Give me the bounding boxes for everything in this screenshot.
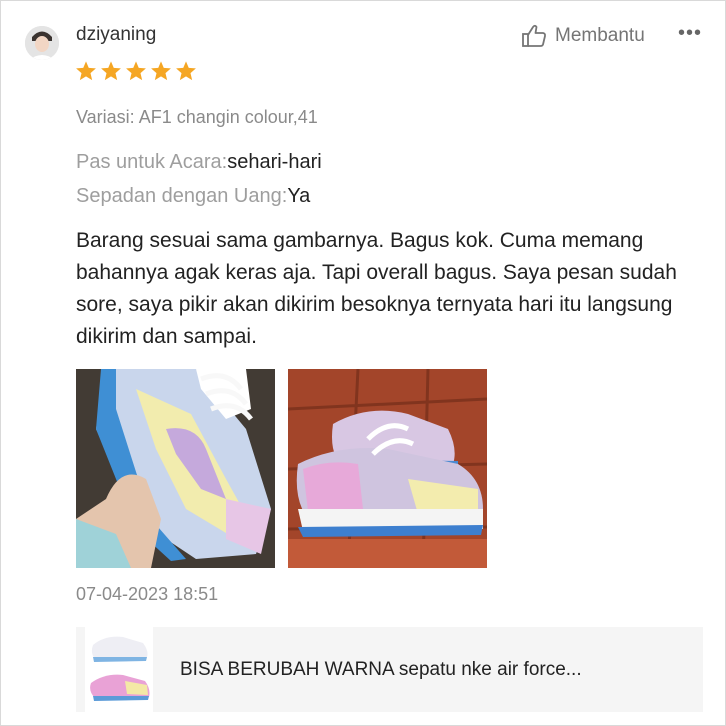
avatar[interactable] <box>25 26 59 60</box>
helpful-button[interactable]: Membantu <box>521 23 645 49</box>
attribute-occasion: Pas untuk Acara:sehari-hari <box>76 151 322 174</box>
product-thumbnail <box>85 627 153 712</box>
review-text: Barang sesuai sama gambarnya. Bagus kok.… <box>76 229 677 348</box>
product-image <box>85 627 153 712</box>
attribute-key: Sepadan dengan Uang: <box>76 185 288 207</box>
star-icon <box>101 61 121 81</box>
thumbs-up-icon <box>522 24 546 47</box>
attribute-value-for-money: Sepadan dengan Uang:Ya <box>76 185 310 208</box>
review-photo-2[interactable] <box>288 369 487 568</box>
attribute-value: Ya <box>287 185 311 207</box>
star-icon <box>176 61 196 81</box>
rating-stars <box>75 60 197 82</box>
avatar-image <box>25 26 59 60</box>
sneaker-photo-hand <box>76 369 275 568</box>
star-icon <box>126 61 146 81</box>
attribute-key: Pas untuk Acara: <box>76 151 228 173</box>
helpful-label: Membantu <box>555 25 645 46</box>
more-options-button[interactable]: ••• <box>678 22 702 45</box>
product-name: BISA BERUBAH WARNA sepatu nke air force.… <box>180 659 582 680</box>
star-icon <box>151 61 171 81</box>
reviewer-username[interactable]: dziyaning <box>76 24 156 46</box>
review-photo-1[interactable] <box>76 369 275 568</box>
attribute-value: sehari-hari <box>227 151 322 173</box>
star-icon <box>76 61 96 81</box>
product-card[interactable]: BISA BERUBAH WARNA sepatu nke air force.… <box>76 627 703 712</box>
variation-label: Variasi: AF1 changin colour,41 <box>76 107 318 127</box>
sneaker-photo-pair <box>288 369 487 568</box>
review-timestamp: 07-04-2023 18:51 <box>76 584 219 604</box>
